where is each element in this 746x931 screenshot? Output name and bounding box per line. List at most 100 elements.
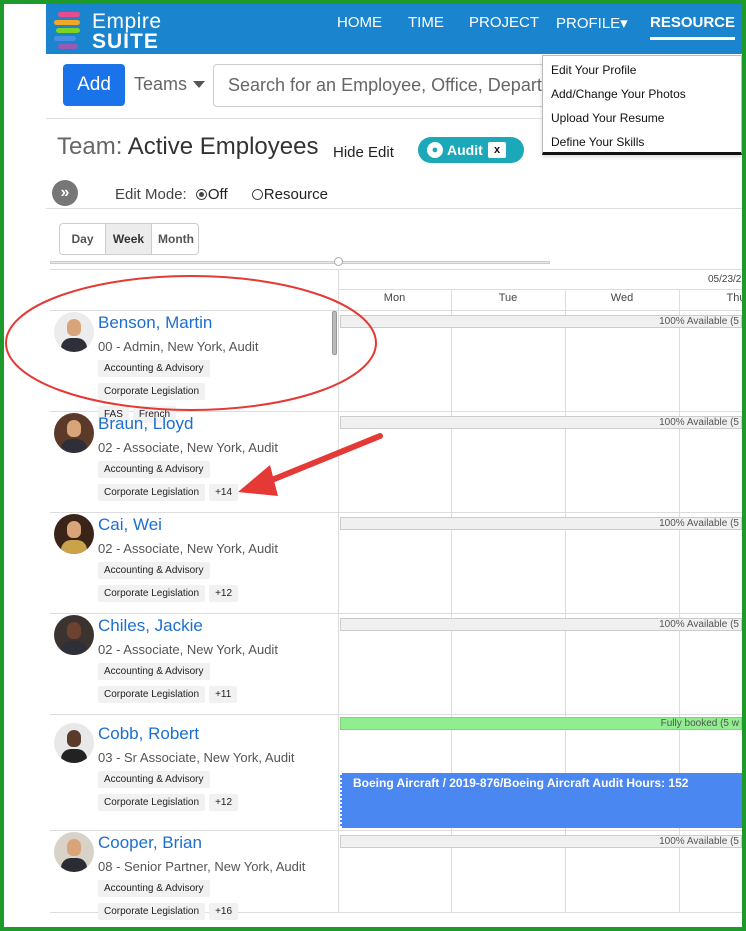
employee-name-link[interactable]: Benson, Martin xyxy=(98,313,212,333)
grid-line xyxy=(50,512,742,513)
view-toggle: Day Week Month xyxy=(59,223,199,255)
skill-tags: Accounting & Advisory Corporate Legislat… xyxy=(98,769,334,815)
nav-home[interactable]: HOME xyxy=(337,14,382,31)
edit-mode-group: Edit Mode: Off Resource xyxy=(115,186,328,203)
filter-remove-button[interactable]: x xyxy=(488,142,506,158)
availability-bar: 100% Available (5 xyxy=(340,416,742,429)
menu-item-upload-resume[interactable]: Upload Your Resume xyxy=(543,106,741,130)
skill-tag: Corporate Legislation xyxy=(98,686,206,703)
skill-tag: Corporate Legislation xyxy=(98,794,206,811)
employee-row[interactable]: Braun, Lloyd 02 - Associate, New York, A… xyxy=(50,413,336,511)
avatar[interactable] xyxy=(54,723,94,763)
skill-tag: Corporate Legislation xyxy=(98,383,206,400)
expand-chevron-icon[interactable]: » xyxy=(52,180,78,206)
avatar[interactable] xyxy=(54,832,94,872)
skill-tag: Accounting & Advisory xyxy=(98,562,210,579)
skill-tag: Accounting & Advisory xyxy=(98,360,210,377)
logo-text-suite: SUITE xyxy=(92,30,159,53)
more-skills-badge[interactable]: +11 xyxy=(209,686,238,703)
availability-bar: 100% Available (5 xyxy=(340,315,742,328)
more-skills-badge[interactable]: +12 xyxy=(209,794,239,811)
logo-icon xyxy=(54,12,84,49)
day-header-tue: Tue xyxy=(498,292,518,304)
radio-off-label[interactable]: Off xyxy=(208,186,228,203)
more-skills-badge[interactable]: +16 xyxy=(209,903,239,920)
day-header-mon: Mon xyxy=(383,292,406,304)
day-header-wed: Wed xyxy=(610,292,634,304)
skill-tags: Accounting & Advisory Corporate Legislat… xyxy=(98,661,334,707)
employee-row[interactable]: Cai, Wei 02 - Associate, New York, Audit… xyxy=(50,514,336,612)
profile-dropdown-menu: Edit Your Profile Add/Change Your Photos… xyxy=(542,55,742,155)
employee-row[interactable]: Chiles, Jackie 02 - Associate, New York,… xyxy=(50,615,336,713)
splitter-track[interactable] xyxy=(50,261,550,264)
top-navbar: Empire SUITE HOME TIME PROJECT PROFILE▾ … xyxy=(46,4,742,54)
employee-name-link[interactable]: Cai, Wei xyxy=(98,515,162,535)
view-week-button[interactable]: Week xyxy=(106,224,152,254)
avatar[interactable] xyxy=(54,514,94,554)
skill-tags: Accounting & Advisory Corporate Legislat… xyxy=(98,878,334,924)
avatar[interactable] xyxy=(54,615,94,655)
hide-edit-link[interactable]: Hide Edit xyxy=(333,144,394,161)
employee-name-link[interactable]: Cooper, Brian xyxy=(98,833,202,853)
nav-project[interactable]: PROJECT xyxy=(469,14,539,31)
employee-detail: 02 - Associate, New York, Audit xyxy=(98,642,278,657)
radio-off[interactable] xyxy=(195,189,207,200)
avatar[interactable] xyxy=(54,413,94,453)
splitter-handle[interactable] xyxy=(334,257,343,266)
employee-row[interactable]: Cooper, Brian 08 - Senior Partner, New Y… xyxy=(50,832,336,920)
employee-detail: 02 - Associate, New York, Audit xyxy=(98,541,278,556)
project-booking-block[interactable]: Boeing Aircraft / 2019-876/Boeing Aircra… xyxy=(340,773,742,828)
employee-detail: 08 - Senior Partner, New York, Audit xyxy=(98,859,306,874)
skill-tags: Accounting & Advisory Corporate Legislat… xyxy=(98,459,334,505)
menu-item-change-photos[interactable]: Add/Change Your Photos xyxy=(543,82,741,106)
employee-name-link[interactable]: Braun, Lloyd xyxy=(98,414,193,434)
radio-resource[interactable] xyxy=(251,189,263,200)
employee-detail: 03 - Sr Associate, New York, Audit xyxy=(98,750,295,765)
nav-time[interactable]: TIME xyxy=(408,14,444,31)
grid-line xyxy=(50,613,742,614)
availability-bar: Fully booked (5 w xyxy=(340,717,742,730)
employee-row[interactable]: Cobb, Robert 03 - Sr Associate, New York… xyxy=(50,723,336,829)
skill-tag: Corporate Legislation xyxy=(98,484,206,501)
menu-item-edit-profile[interactable]: Edit Your Profile xyxy=(543,58,741,82)
nav-profile[interactable]: PROFILE▾ xyxy=(556,14,628,32)
grid-line xyxy=(50,830,742,831)
view-month-button[interactable]: Month xyxy=(152,224,198,254)
employee-detail: 02 - Associate, New York, Audit xyxy=(98,440,278,455)
skill-tags: Accounting & Advisory Corporate Legislat… xyxy=(98,560,334,606)
grid-line xyxy=(50,269,742,270)
availability-bar: 100% Available (5 xyxy=(340,618,742,631)
team-icon: ● xyxy=(427,142,443,158)
teams-caret-icon[interactable] xyxy=(193,81,205,88)
grid-line xyxy=(338,269,339,913)
team-name: Active Employees xyxy=(127,133,319,160)
filter-pill-label: Audit xyxy=(447,142,483,158)
empire-suite-logo[interactable]: Empire SUITE xyxy=(54,8,179,53)
nav-resource[interactable]: RESOURCE xyxy=(650,14,736,40)
grid-line xyxy=(50,714,742,715)
more-skills-badge[interactable]: +12 xyxy=(209,585,239,602)
employee-detail: 00 - Admin, New York, Audit xyxy=(98,339,259,354)
audit-filter-pill[interactable]: ● Audit x xyxy=(418,137,524,163)
availability-bar: 100% Available (5 xyxy=(340,517,742,530)
grid-line xyxy=(50,310,742,311)
teams-dropdown[interactable]: Teams xyxy=(134,74,187,95)
employee-row[interactable]: Benson, Martin 00 - Admin, New York, Aud… xyxy=(50,312,336,423)
avatar[interactable] xyxy=(54,312,94,352)
view-day-button[interactable]: Day xyxy=(60,224,106,254)
employee-name-link[interactable]: Chiles, Jackie xyxy=(98,616,203,636)
more-skills-badge[interactable]: +14 xyxy=(209,484,239,501)
skill-tag: Corporate Legislation xyxy=(98,585,206,602)
edit-mode-label: Edit Mode: xyxy=(115,186,187,203)
week-date-header: 05/23/2 xyxy=(708,274,742,285)
availability-bar: 100% Available (5 xyxy=(340,835,742,848)
skill-tag: Corporate Legislation xyxy=(98,903,206,920)
radio-resource-label[interactable]: Resource xyxy=(264,186,328,203)
employee-name-link[interactable]: Cobb, Robert xyxy=(98,724,199,744)
add-button[interactable]: Add xyxy=(63,64,125,106)
divider xyxy=(46,208,742,209)
skill-tag: Accounting & Advisory xyxy=(98,663,210,680)
skill-tag: Accounting & Advisory xyxy=(98,461,210,478)
menu-item-define-skills[interactable]: Define Your Skills xyxy=(543,130,741,154)
skill-tag: Accounting & Advisory xyxy=(98,880,210,897)
